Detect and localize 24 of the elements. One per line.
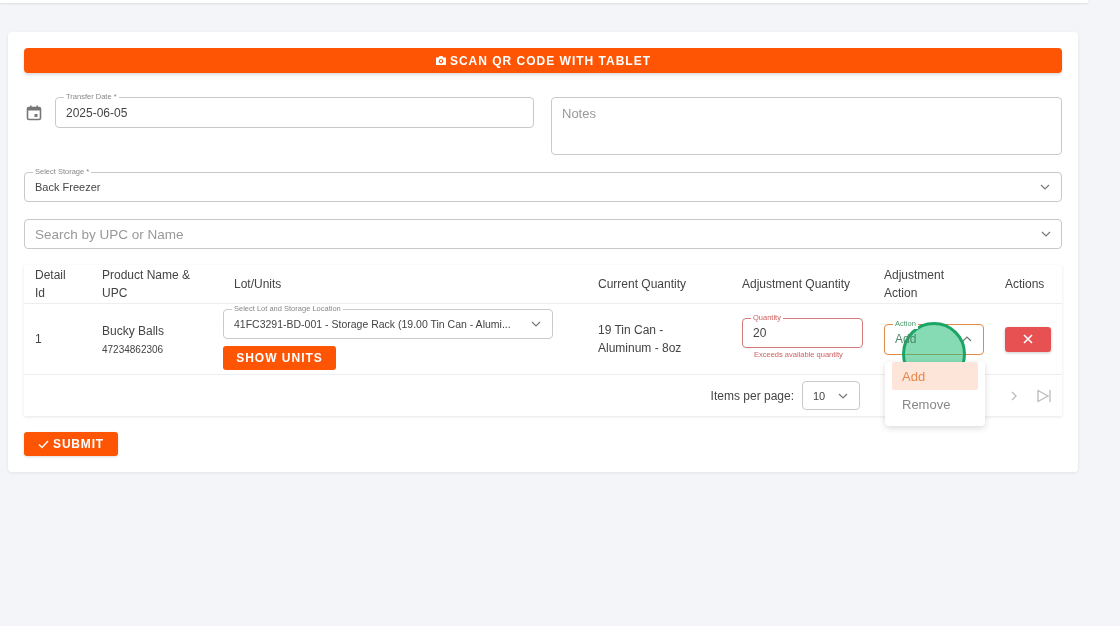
column-header: Current Quantity: [597, 276, 687, 293]
product-upc: 47234862306: [102, 343, 165, 355]
calendar-icon[interactable]: [26, 105, 42, 121]
items-per-page-select[interactable]: 10: [802, 381, 860, 410]
notes-field[interactable]: Notes: [551, 97, 1062, 155]
column-header: Adjustment Quantity: [741, 276, 851, 293]
close-icon: [1023, 334, 1033, 344]
scan-qr-button[interactable]: SCAN QR CODE WITH TABLET: [24, 48, 1062, 73]
column-header: Actions: [1004, 276, 1045, 293]
menu-option[interactable]: Add: [892, 362, 978, 390]
product-name: Bucky Balls: [102, 323, 165, 338]
items-per-page-label: Items per page:: [710, 388, 794, 403]
camera-icon: [434, 55, 447, 66]
column-header: Detail Id: [34, 267, 67, 302]
column-header: Lot/Units: [233, 276, 282, 293]
column-header: Product Name & UPC: [101, 267, 192, 302]
delete-button[interactable]: [1005, 326, 1051, 352]
check-icon: [38, 439, 50, 449]
show-units-button[interactable]: SHOW UNITS: [223, 345, 336, 370]
detail-id: 1: [35, 332, 42, 346]
submit-button[interactable]: SUBMIT: [24, 432, 118, 456]
product-search-field[interactable]: Search by UPC or Name: [24, 219, 1062, 249]
current-quantity: 19 Tin Can - Aluminum - 8oz: [598, 322, 683, 357]
column-header: Adjustment Action: [883, 267, 946, 302]
